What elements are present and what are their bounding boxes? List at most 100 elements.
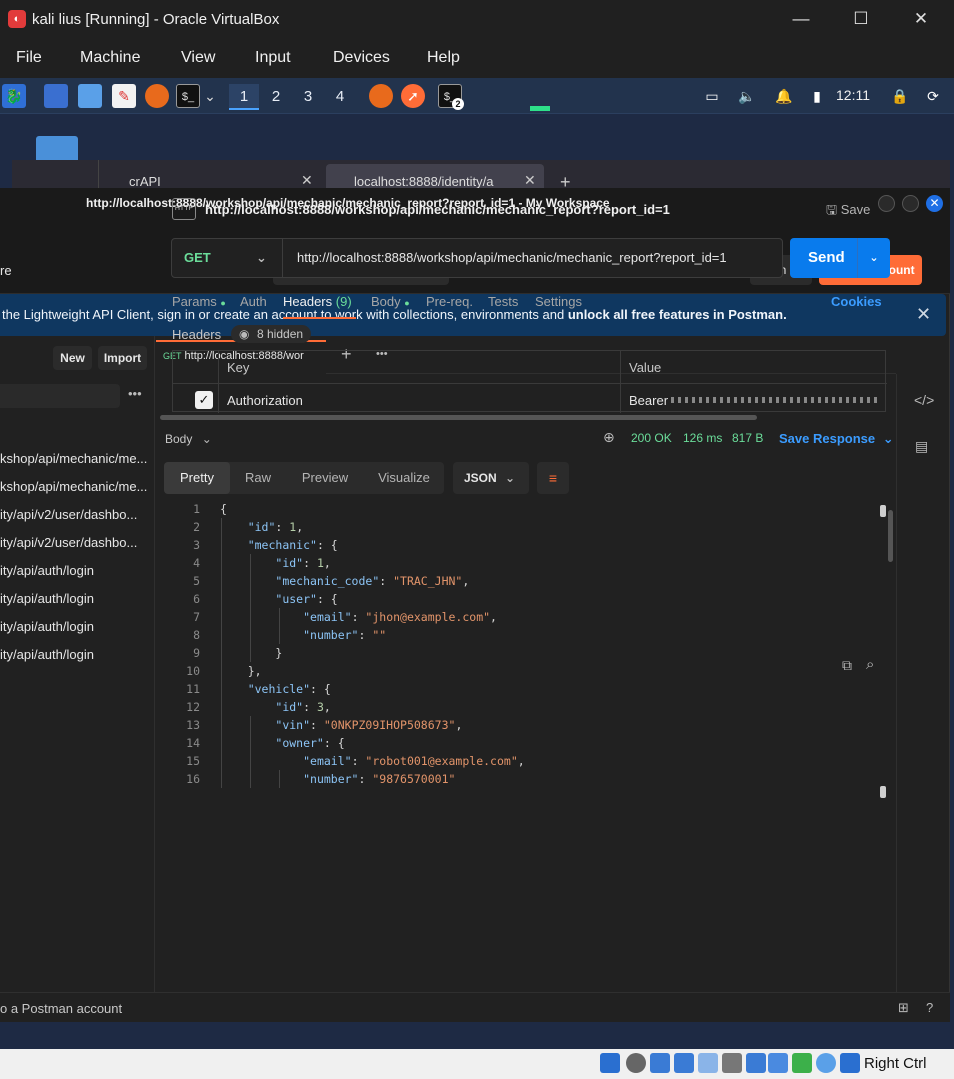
workspace-4[interactable]: 4 [325, 84, 355, 110]
header-enabled-checkbox[interactable]: ✓ [195, 391, 213, 409]
response-body-dropdown[interactable]: Body ⌄ [165, 432, 212, 446]
chevron-down-icon[interactable]: ⌄ [202, 84, 218, 108]
volume-icon[interactable]: 🔈 [735, 84, 759, 108]
firefox-tab-crapi[interactable]: crAPI ✕ [98, 160, 320, 189]
battery-icon[interactable]: ▮ [805, 84, 829, 108]
firefox-tab-identity[interactable]: localhost:8888/identity/a ✕ [326, 164, 544, 189]
notification-bell-icon[interactable]: 🔔 [772, 84, 796, 108]
layout-icon[interactable]: ⊞ [898, 1000, 909, 1016]
import-button[interactable]: Import [98, 346, 147, 370]
tab-tests[interactable]: Tests [488, 294, 518, 309]
info-icon[interactable]: ▤ [915, 438, 928, 455]
header-key[interactable]: Authorization [227, 393, 303, 408]
vertical-scrollbar[interactable] [888, 510, 893, 562]
menu-view[interactable]: View [181, 49, 215, 67]
tab-settings[interactable]: Settings [535, 294, 582, 309]
firefox-icon[interactable] [145, 84, 169, 108]
menu-help[interactable]: Help [427, 49, 460, 67]
audio-icon[interactable] [650, 1053, 670, 1073]
display-icon[interactable]: ▭ [700, 84, 724, 108]
sidebar-item[interactable]: ity/api/auth/login [0, 647, 150, 662]
cookies-link[interactable]: Cookies [831, 294, 882, 309]
url-input[interactable]: http://localhost:8888/workshop/api/mecha… [282, 238, 783, 278]
sidebar-item[interactable]: kshop/api/mechanic/me... [0, 451, 150, 466]
text-editor-icon[interactable]: ✎ [112, 84, 136, 108]
cpu-icon[interactable] [792, 1053, 812, 1073]
clock[interactable]: 12:11 [836, 87, 870, 103]
tab-raw[interactable]: Raw [230, 462, 286, 494]
tab-auth[interactable]: Auth [240, 294, 267, 309]
maximize-icon[interactable] [902, 195, 919, 212]
hidden-headers-toggle[interactable]: ◉ 8 hidden [231, 325, 311, 343]
response-size[interactable]: 817 B [732, 431, 763, 445]
lock-icon[interactable]: 🔒 [888, 84, 912, 108]
maximize-icon[interactable]: ☐ [846, 8, 876, 30]
status-code[interactable]: 200 OK [631, 431, 672, 445]
workspace-1[interactable]: 1 [229, 84, 259, 110]
menu-file[interactable]: File [16, 49, 42, 67]
tab-headers[interactable]: Headers (9) [283, 294, 352, 309]
close-icon[interactable]: ✕ [301, 172, 313, 189]
home-fragment[interactable]: re [0, 263, 12, 278]
display-icon[interactable] [746, 1053, 766, 1073]
globe-icon[interactable]: ⊕ [603, 429, 615, 446]
workspace-2[interactable]: 2 [261, 84, 291, 110]
response-time[interactable]: 126 ms [683, 431, 722, 445]
sidebar-item[interactable]: ity/api/v2/user/dashbo... [0, 507, 150, 522]
save-response-button[interactable]: Save Response ⌄ [779, 431, 894, 447]
optical-drive-icon[interactable] [626, 1053, 646, 1073]
headers-table: Key Value ✓ Authorization Bearer [172, 350, 887, 413]
terminal-icon[interactable]: $_ [176, 84, 200, 108]
menu-machine[interactable]: Machine [80, 49, 140, 67]
close-icon[interactable]: ✕ [926, 195, 943, 212]
kali-menu-icon[interactable]: 🐉 [2, 84, 26, 108]
tab-visualize[interactable]: Visualize [364, 462, 444, 494]
shared-folders-icon[interactable] [722, 1053, 742, 1073]
minimize-icon[interactable]: — [786, 8, 816, 30]
method-select[interactable]: GET ⌄ [171, 238, 283, 278]
chevron-down-icon[interactable]: ⌄ [857, 238, 890, 278]
filter-input[interactable] [0, 384, 120, 408]
network-icon[interactable] [674, 1053, 694, 1073]
logout-icon[interactable]: ⟳ [921, 84, 945, 108]
postman-window-icon[interactable]: ➚ [401, 84, 425, 108]
sidebar-item[interactable]: kshop/api/mechanic/me... [0, 479, 150, 494]
tab-prereq[interactable]: Pre-req. [426, 294, 473, 309]
recording-icon[interactable] [768, 1053, 788, 1073]
format-select[interactable]: JSON ⌄ [453, 462, 529, 494]
response-code-view[interactable]: 1 2 3 4 5 6 7 8 9 10 11 12 13 14 15 16 {… [164, 500, 886, 798]
firefox-window-icon[interactable] [369, 84, 393, 108]
close-icon[interactable]: ✕ [906, 8, 936, 30]
sidebar-item[interactable]: ity/api/v2/user/dashbo... [0, 535, 150, 550]
code-icon[interactable]: </> [914, 392, 934, 408]
more-icon[interactable]: ••• [128, 386, 142, 401]
hard-disk-icon[interactable] [600, 1053, 620, 1073]
show-desktop-icon[interactable] [44, 84, 68, 108]
usb-icon[interactable] [698, 1053, 718, 1073]
wrap-lines-icon[interactable]: ≡ [537, 462, 569, 494]
sidebar-item[interactable]: ity/api/auth/login [0, 563, 150, 578]
scrollbar-thumb-bottom[interactable] [880, 786, 886, 798]
tab-pretty[interactable]: Pretty [164, 462, 230, 494]
sidebar-item[interactable]: ity/api/auth/login [0, 591, 150, 606]
horizontal-scrollbar[interactable] [160, 415, 757, 420]
tab-params[interactable]: Params ● [172, 294, 226, 309]
menu-input[interactable]: Input [255, 49, 291, 67]
sidebar-item[interactable]: ity/api/auth/login [0, 619, 150, 634]
file-manager-icon[interactable] [78, 84, 102, 108]
minimize-icon[interactable] [878, 195, 895, 212]
menu-devices[interactable]: Devices [333, 49, 390, 67]
help-icon[interactable]: ? [926, 1000, 933, 1015]
new-button[interactable]: New [53, 346, 92, 370]
send-button[interactable]: Send ⌄ [790, 238, 890, 278]
workspace-3[interactable]: 3 [293, 84, 323, 110]
close-icon[interactable]: ✕ [524, 172, 536, 189]
header-value[interactable]: Bearer [629, 393, 668, 408]
close-icon[interactable]: ✕ [916, 304, 931, 325]
keyboard-capture-icon[interactable] [840, 1053, 860, 1073]
scrollbar-thumb-top[interactable] [880, 505, 886, 517]
tab-body[interactable]: Body ● [371, 294, 410, 309]
mouse-integration-icon[interactable] [816, 1053, 836, 1073]
save-button[interactable]: 🖫 Save [826, 201, 870, 223]
tab-preview[interactable]: Preview [286, 462, 364, 494]
